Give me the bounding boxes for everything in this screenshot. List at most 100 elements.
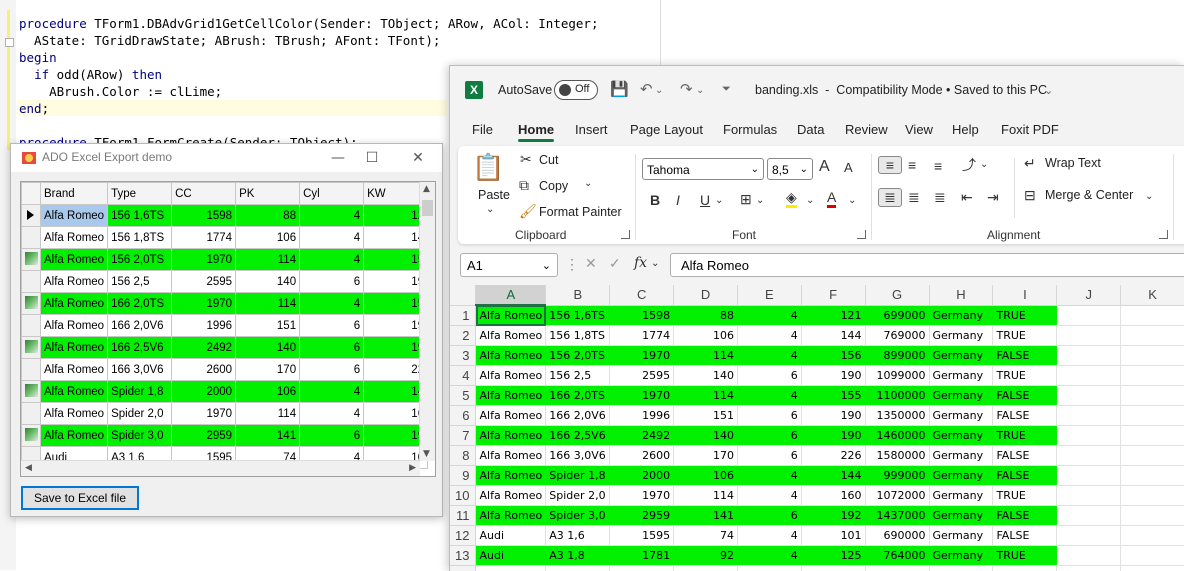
sheet-cell[interactable]: 1598 [610, 305, 674, 326]
sheet-row[interactable]: 11Alfa RomeoSpider 3,0295914161921437000… [450, 506, 1184, 526]
grid-cell[interactable]: 4 [300, 227, 364, 249]
sheet-cell[interactable]: 166 3,0V6 [546, 446, 610, 466]
sheet-cell[interactable] [1057, 566, 1121, 571]
row-indicator[interactable] [22, 315, 41, 337]
row-indicator[interactable] [22, 205, 41, 227]
align-left-icon[interactable]: ≣ [878, 188, 902, 207]
sheet-cell[interactable] [1121, 386, 1184, 406]
sheet-cell[interactable]: 170 [674, 446, 738, 466]
tab-data[interactable]: Data [797, 122, 824, 137]
grid-cell[interactable]: 4 [300, 403, 364, 425]
sheet-cell[interactable] [1057, 305, 1121, 326]
sheet-cell[interactable]: 1595 [610, 526, 674, 546]
sheet-cell[interactable] [1121, 406, 1184, 426]
sheet-cell[interactable]: 6 [737, 426, 801, 446]
redo-icon[interactable]: ↷ [680, 80, 693, 98]
sheet-cell[interactable]: 4 [737, 526, 801, 546]
sheet-cell[interactable]: 1072000 [865, 486, 929, 506]
sheet-cell[interactable]: Germany [929, 386, 993, 406]
sheet-cell[interactable] [1121, 326, 1184, 346]
grid-cell[interactable]: 19 [364, 315, 428, 337]
sheet-row[interactable]: 12AudiA3 1,61595744101690000GermanyFALSE [450, 526, 1184, 546]
sheet-cell[interactable]: 166 2,0TS [546, 386, 610, 406]
sheet-cell[interactable]: 2959 [610, 506, 674, 526]
column-header[interactable]: Cyl [300, 183, 364, 205]
column-header[interactable]: D [674, 285, 738, 305]
code-line-2[interactable]: AState: TGridDrawState; ABrush: TBrush; … [19, 33, 440, 49]
sheet-cell[interactable]: 92 [674, 546, 738, 566]
underline-button[interactable]: U [700, 192, 710, 208]
grid-cell[interactable]: Alfa Romeo [41, 425, 108, 447]
sheet-cell[interactable]: 4 [737, 486, 801, 506]
column-header[interactable]: H [929, 285, 993, 305]
borders-icon[interactable]: ⊞ [740, 191, 752, 208]
grid-cell[interactable]: 166 2,5V6 [108, 337, 172, 359]
grid-cell[interactable]: 1996 [172, 315, 236, 337]
sheet-cell[interactable]: TRUE [993, 486, 1057, 506]
increase-indent-icon[interactable]: ⇥ [987, 189, 999, 206]
sheet-cell[interactable] [1121, 426, 1184, 446]
sheet-cell[interactable] [1121, 546, 1184, 566]
tab-formulas[interactable]: Formulas [723, 122, 777, 137]
align-top-icon[interactable]: ≡ [878, 156, 902, 174]
column-header[interactable]: K [1121, 285, 1184, 305]
grid-row[interactable]: Alfa RomeoSpider 2,01970114416 [22, 403, 428, 425]
grid-cell[interactable]: Alfa Romeo [41, 205, 108, 227]
sheet-row[interactable]: 4Alfa Romeo156 2,5259514061901099000Germ… [450, 366, 1184, 386]
paste-dropdown-icon[interactable]: ⌄ [486, 204, 494, 215]
sheet-cell[interactable]: 4 [737, 566, 801, 571]
orientation-icon[interactable]: ⤴ [962, 155, 976, 175]
orientation-dropdown-icon[interactable]: ⌄ [980, 159, 988, 170]
sheet-cell[interactable]: 4 [737, 305, 801, 326]
sheet-cell[interactable]: 1970 [610, 346, 674, 366]
sheet-cell[interactable]: Audi [476, 546, 546, 566]
name-box-dropdown-icon[interactable]: ⌄ [542, 254, 551, 278]
grid-cell[interactable]: 114 [236, 403, 300, 425]
grid-cell[interactable]: 114 [236, 293, 300, 315]
grid-cell[interactable]: Alfa Romeo [41, 227, 108, 249]
column-header[interactable]: B [546, 285, 610, 305]
vertical-scrollbar[interactable]: ▲ ▼ [419, 182, 435, 461]
grid-cell[interactable]: 6 [300, 359, 364, 381]
row-header[interactable]: 13 [450, 546, 476, 566]
sheet-cell[interactable] [1057, 366, 1121, 386]
sheet-cell[interactable]: Germany [929, 506, 993, 526]
grid-row[interactable]: Alfa Romeo166 2,0TS1970114415 [22, 293, 428, 315]
sheet-cell[interactable]: 1100000 [865, 386, 929, 406]
sheet-cell[interactable]: Alfa Romeo [476, 366, 546, 386]
sheet-cell[interactable]: 1896 [610, 566, 674, 571]
grid-cell[interactable]: 4 [300, 293, 364, 315]
sheet-cell[interactable] [1121, 366, 1184, 386]
sheet-cell[interactable]: 90 [801, 566, 865, 571]
sheet-cell[interactable]: Spider 3,0 [546, 506, 610, 526]
sheet-cell[interactable]: 6 [737, 406, 801, 426]
more-options-icon[interactable]: ⋮ [565, 256, 579, 273]
maximize-button[interactable]: ☐ [361, 148, 383, 168]
paste-icon[interactable]: 📋 [472, 152, 504, 183]
grid-cell[interactable]: 14 [364, 227, 428, 249]
merge-dropdown-icon[interactable]: ⌄ [1145, 191, 1153, 202]
grid-cell[interactable]: Alfa Romeo [41, 315, 108, 337]
grid-row[interactable]: Alfa Romeo166 2,5V62492140619 [22, 337, 428, 359]
sheet-cell[interactable]: A3 1,9TDI [546, 566, 610, 571]
sheet-cell[interactable]: 2595 [610, 366, 674, 386]
grid-cell[interactable]: 2595 [172, 271, 236, 293]
tab-insert[interactable]: Insert [575, 122, 608, 137]
worksheet-grid[interactable]: ABCDEFGHIJK 1Alfa Romeo156 1,6TS15988841… [450, 285, 1184, 571]
sheet-cell[interactable]: Alfa Romeo [476, 486, 546, 506]
tab-home[interactable]: Home [518, 122, 554, 137]
row-header[interactable]: 4 [450, 366, 476, 386]
font-size-dropdown-icon[interactable]: ⌄ [800, 159, 808, 181]
grid-cell[interactable]: Alfa Romeo [41, 403, 108, 425]
column-header[interactable]: PK [236, 183, 300, 205]
copy-dropdown-icon[interactable]: ⌄ [584, 178, 592, 189]
sheet-cell[interactable] [1057, 326, 1121, 346]
column-header[interactable]: C [610, 285, 674, 305]
grid-cell[interactable]: 106 [236, 227, 300, 249]
sheet-cell[interactable]: 160 [801, 486, 865, 506]
sheet-cell[interactable]: TRUE [993, 546, 1057, 566]
sheet-cell[interactable] [1121, 466, 1184, 486]
format-painter-button[interactable]: Format Painter [539, 205, 622, 219]
sheet-cell[interactable]: 6 [737, 446, 801, 466]
sheet-cell[interactable]: Germany [929, 326, 993, 346]
